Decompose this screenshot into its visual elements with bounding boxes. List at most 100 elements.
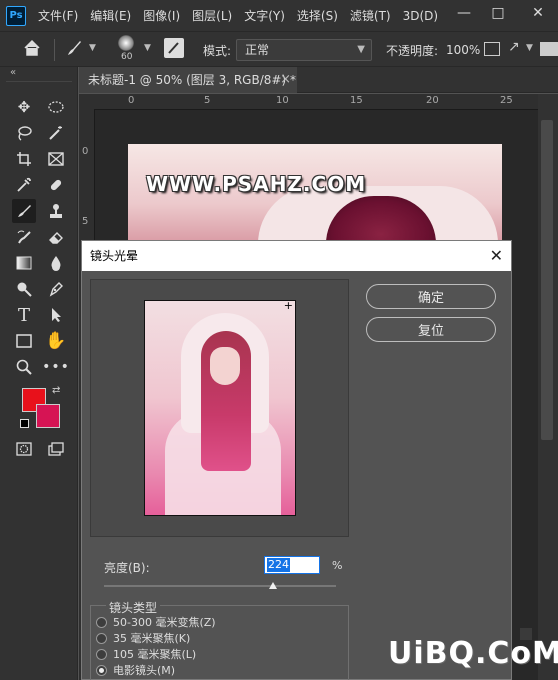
brightness-slider-thumb[interactable] (269, 582, 278, 589)
flare-preview-panel: + (90, 279, 349, 537)
frame-tool-icon[interactable] (44, 147, 68, 171)
radio-button-selected[interactable] (96, 664, 107, 676)
horizontal-ruler: 0 5 10 15 20 25 (94, 94, 538, 110)
lens-option-105mm[interactable]: 105 毫米聚焦(L) (96, 646, 196, 662)
ruler-label: 25 (500, 95, 513, 106)
radio-button[interactable] (96, 616, 107, 628)
zoom-tool-icon[interactable] (12, 355, 36, 379)
menu-bar: Ps 文件(F) 编辑(E) 图像(I) 图层(L) 文字(Y) 选择(S) 滤… (0, 0, 558, 31)
menu-select[interactable]: 选择(S) (297, 7, 338, 24)
brightness-unit: % (332, 559, 343, 572)
home-icon[interactable] (22, 38, 42, 61)
lens-option-zoom[interactable]: 50-300 毫米变焦(Z) (96, 614, 216, 630)
radio-button[interactable] (96, 632, 107, 644)
opacity-input[interactable]: 100% (446, 40, 480, 60)
brightness-label: 亮度(B): (104, 561, 150, 575)
more-tools-icon[interactable]: ••• (42, 355, 69, 379)
blur-tool-icon[interactable] (44, 251, 68, 275)
opacity-pressure-icon[interactable] (484, 42, 500, 56)
menu-3d[interactable]: 3D(D) (403, 9, 438, 23)
eyedropper-tool-icon[interactable] (12, 173, 36, 197)
lens-flare-dialog: 镜头光晕 ✕ + 确定 复位 亮度(B): 224 % 镜头类型 50-300 … (81, 240, 512, 680)
flare-center-marker[interactable]: + (284, 301, 293, 312)
menu-layer[interactable]: 图层(L) (192, 7, 232, 24)
preview-face-shape (210, 347, 240, 385)
chevron-down-icon[interactable]: ▼ (144, 43, 151, 53)
menu-file[interactable]: 文件(F) (38, 7, 78, 24)
flare-preview-image[interactable]: + (144, 300, 296, 516)
lens-option-label: 105 毫米聚焦(L) (113, 648, 197, 661)
ruler-label: 5 (82, 216, 89, 227)
image-watermark-text: WWW.PSAHZ.COM (146, 172, 367, 196)
lens-option-movie[interactable]: 电影镜头(M) (96, 662, 175, 678)
opacity-label: 不透明度: (386, 44, 439, 58)
radio-button[interactable] (96, 648, 107, 660)
document-tab-title: 未标题-1 @ 50% (图层 3, RGB/8#) * (88, 73, 296, 87)
clone-stamp-tool-icon[interactable] (44, 199, 68, 223)
brush-panel-toggle-icon[interactable] (164, 38, 184, 58)
collapse-panel-icon[interactable]: « (10, 67, 16, 78)
crop-tool-icon[interactable] (12, 147, 36, 171)
scrollbar-thumb[interactable] (541, 120, 553, 440)
ruler-label: 5 (204, 95, 211, 106)
lens-option-label: 电影镜头(M) (113, 664, 176, 677)
close-icon[interactable]: ✕ (490, 241, 503, 271)
site-watermark-logo: UiBQ.CoM (388, 636, 558, 671)
eraser-tool-icon[interactable] (44, 225, 68, 249)
hand-tool-icon[interactable]: ✋ (44, 329, 68, 353)
close-icon[interactable]: × (280, 67, 291, 93)
swap-colors-icon[interactable]: ⇄ (52, 385, 60, 396)
mode-label: 模式: (203, 44, 232, 58)
background-color-swatch[interactable] (36, 404, 60, 428)
ruler-label: 20 (426, 95, 439, 106)
lens-option-label: 35 毫米聚焦(K) (113, 632, 191, 645)
document-tab-bar: 未标题-1 @ 50% (图层 3, RGB/8#) * × (79, 67, 558, 93)
lasso-tool-icon[interactable] (12, 121, 36, 145)
ruler-label: 0 (128, 95, 135, 106)
menu-type[interactable]: 文字(Y) (244, 7, 285, 24)
chevron-down-icon[interactable]: ▼ (89, 43, 96, 53)
brush-size-preview-icon[interactable] (118, 35, 134, 51)
brush-preset-icon[interactable] (64, 38, 84, 61)
type-tool-icon[interactable]: T (12, 303, 36, 327)
close-window-button[interactable]: ✕ (518, 0, 558, 26)
brush-tool-icon[interactable] (12, 199, 36, 223)
document-tab[interactable]: 未标题-1 @ 50% (图层 3, RGB/8#) * × (79, 67, 297, 93)
history-brush-tool-icon[interactable] (12, 225, 36, 249)
flow-label (540, 42, 558, 56)
magic-wand-tool-icon[interactable] (44, 121, 68, 145)
screen-mode-icon[interactable] (44, 437, 68, 461)
ruler-corner (79, 94, 95, 110)
rectangle-tool-icon[interactable] (12, 329, 36, 353)
dialog-title: 镜头光晕 (90, 249, 139, 263)
quick-mask-icon[interactable] (12, 437, 36, 461)
dodge-tool-icon[interactable] (12, 277, 36, 301)
ok-button[interactable]: 确定 (366, 284, 496, 309)
brightness-slider[interactable] (104, 585, 336, 587)
chevron-down-icon: ▼ (357, 44, 365, 55)
move-tool-icon[interactable]: ✥ (12, 95, 36, 119)
default-colors-icon[interactable] (20, 419, 29, 428)
path-selection-tool-icon[interactable] (44, 303, 68, 327)
photoshop-logo-icon[interactable]: Ps (6, 5, 26, 26)
marquee-tool-icon[interactable] (44, 95, 68, 119)
toolbox: « ✥ T ✋ ••• ⇄ (0, 67, 78, 680)
airbrush-icon[interactable]: ↗ (508, 39, 520, 55)
chevron-down-icon[interactable]: ▼ (526, 43, 533, 53)
maximize-button[interactable]: □ (478, 0, 518, 26)
dialog-title-bar: 镜头光晕 ✕ (82, 241, 511, 271)
gradient-tool-icon[interactable] (12, 251, 36, 275)
blend-mode-value: 正常 (245, 43, 270, 57)
ruler-label: 10 (276, 95, 289, 106)
blend-mode-select[interactable]: 正常 ▼ (236, 39, 372, 61)
menu-image[interactable]: 图像(I) (143, 7, 180, 24)
brightness-input[interactable]: 224 (264, 556, 320, 574)
pen-tool-icon[interactable] (44, 277, 68, 301)
menu-edit[interactable]: 编辑(E) (90, 7, 131, 24)
lens-option-35mm[interactable]: 35 毫米聚焦(K) (96, 630, 190, 646)
menu-filter[interactable]: 滤镜(T) (350, 7, 391, 24)
lens-option-label: 50-300 毫米变焦(Z) (113, 616, 216, 629)
healing-brush-tool-icon[interactable] (44, 173, 68, 197)
reset-button[interactable]: 复位 (366, 317, 496, 342)
brush-size-value: 60 (121, 52, 133, 62)
